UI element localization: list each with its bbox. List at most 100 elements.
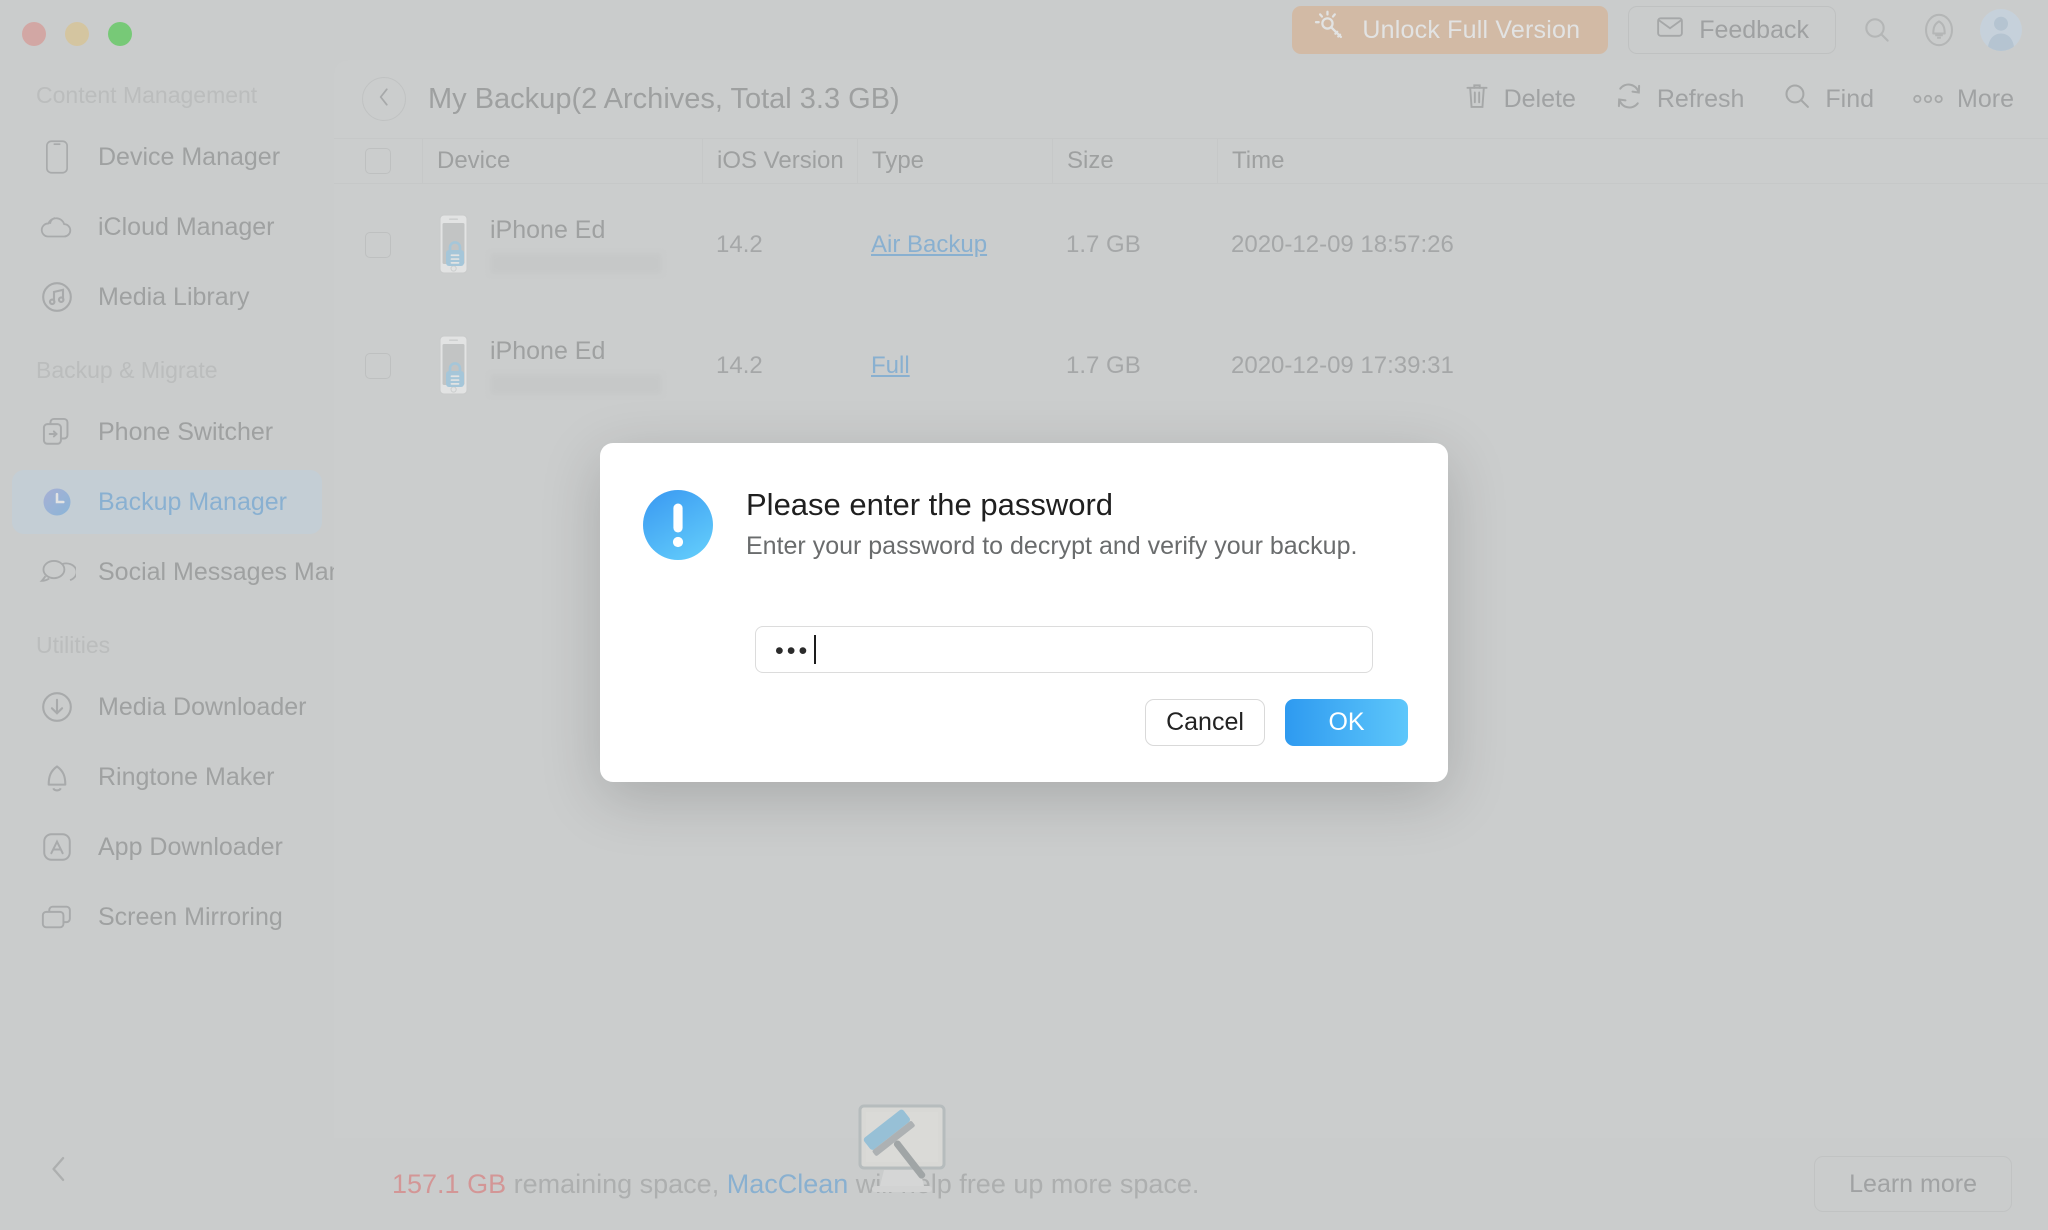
more-button[interactable]: More [1912, 85, 2014, 114]
screens-stack-icon [38, 898, 76, 936]
table-row[interactable]: iPhone Ed 14.2 Air Backup 1.7 GB 2020-12… [334, 184, 2048, 305]
app-store-icon [38, 828, 76, 866]
content-header: My Backup(2 Archives, Total 3.3 GB) Dele… [334, 60, 2048, 138]
sidebar-item-social-messages-manager[interactable]: Social Messages Manager [12, 540, 393, 604]
action-label: Delete [1503, 84, 1576, 113]
envelope-icon [1655, 12, 1685, 49]
device-name: iPhone Ed [490, 336, 606, 365]
cell-device: iPhone Ed [422, 335, 702, 397]
sidebar-item-media-downloader[interactable]: Media Downloader [12, 675, 322, 739]
table-header-row: Device iOS Version Type Size Time [334, 138, 2048, 184]
learn-more-label: Learn more [1849, 1169, 1977, 1198]
sidebar-item-media-library[interactable]: Media Library [12, 265, 322, 329]
macclean-link[interactable]: MacClean [727, 1169, 849, 1199]
cell-size: 1.7 GB [1066, 230, 1141, 258]
checkbox-box [365, 352, 391, 379]
cell-type: Air Backup [857, 231, 1052, 259]
sidebar: Content Management Device Manager iCloud… [0, 60, 393, 1230]
dialog-body: Please enter the password Enter your pas… [600, 443, 1448, 563]
text-caret [814, 635, 817, 664]
action-label: Refresh [1656, 84, 1745, 113]
iphone-locked-icon [436, 214, 474, 276]
device-name: iPhone Ed [490, 215, 606, 244]
remaining-space-value: 157.1 GB [392, 1168, 507, 1199]
column-header-type[interactable]: Type [857, 138, 1052, 184]
sidebar-item-ringtone-maker[interactable]: Ringtone Maker [12, 745, 322, 809]
refresh-icon [1614, 81, 1644, 118]
storage-status-text: 157.1 GB remaining space, MacClean will … [392, 1169, 1199, 1200]
minimize-button[interactable] [65, 22, 89, 46]
delete-button[interactable]: Delete [1463, 81, 1576, 118]
learn-more-button[interactable]: Learn more [1814, 1156, 2012, 1212]
sidebar-item-phone-switcher[interactable]: Phone Switcher [12, 400, 322, 464]
transfer-arrow-icon [38, 413, 76, 451]
close-button[interactable] [22, 22, 46, 46]
ok-button[interactable]: OK [1285, 699, 1408, 746]
password-input[interactable]: ••• [755, 626, 1373, 673]
cloud-icon [38, 208, 76, 246]
iphone-locked-icon [436, 335, 474, 397]
unlock-full-version-button[interactable]: Unlock Full Version [1292, 6, 1609, 54]
backup-type-link[interactable]: Full [871, 352, 910, 379]
download-circle-icon [38, 688, 76, 726]
password-masked-value: ••• [775, 637, 811, 665]
sidebar-item-label: Screen Mirroring [98, 902, 283, 931]
page-title: My Backup(2 Archives, Total 3.3 GB) [428, 82, 900, 115]
sidebar-item-label: iCloud Manager [98, 212, 275, 241]
sidebar-item-label: Phone Switcher [98, 417, 274, 446]
header-actions: Delete Refresh Find More [1463, 81, 2014, 118]
sidebar-item-backup-manager[interactable]: Backup Manager [12, 470, 322, 534]
device-subtitle-redacted [490, 373, 662, 395]
device-subtitle-redacted [490, 252, 662, 274]
sidebar-section-title: Content Management [36, 82, 258, 108]
search-icon [1782, 81, 1812, 118]
user-avatar-icon[interactable] [1980, 9, 2022, 51]
top-toolbar: Unlock Full Version Feedback [0, 0, 2048, 60]
chat-bubbles-icon [38, 553, 76, 591]
feedback-label: Feedback [1699, 15, 1809, 44]
zoom-button[interactable] [108, 22, 132, 46]
cell-ios-version: 14.2 [716, 351, 763, 379]
row-checkbox[interactable] [334, 231, 422, 258]
backup-type-link[interactable]: Air Backup [871, 231, 987, 258]
back-button[interactable] [362, 77, 406, 121]
search-icon[interactable] [1856, 9, 1898, 51]
trash-icon [1463, 81, 1491, 118]
sidebar-item-label: Device Manager [98, 142, 281, 171]
checkbox-box [365, 231, 391, 258]
sidebar-item-label: Media Library [98, 282, 250, 311]
dialog-message: Enter your password to decrypt and verif… [746, 532, 1358, 560]
action-label: More [1957, 84, 2014, 113]
sidebar-item-app-downloader[interactable]: App Downloader [12, 815, 322, 879]
sidebar-item-icloud-manager[interactable]: iCloud Manager [12, 195, 322, 259]
table-row[interactable]: iPhone Ed 14.2 Full 1.7 GB 2020-12-09 17… [334, 305, 2048, 426]
column-header-device[interactable]: Device [422, 138, 702, 184]
select-all-checkbox[interactable] [334, 148, 422, 174]
feedback-button[interactable]: Feedback [1628, 6, 1836, 54]
column-header-ios-version[interactable]: iOS Version [702, 138, 857, 184]
refresh-button[interactable]: Refresh [1614, 81, 1745, 118]
chevron-left-icon [375, 86, 393, 113]
cell-ios-version: 14.2 [716, 230, 763, 258]
sidebar-collapse-button[interactable] [42, 1154, 76, 1188]
column-header-size[interactable]: Size [1052, 138, 1217, 184]
bell-outline-icon [38, 758, 76, 796]
dialog-title: Please enter the password [746, 487, 1114, 522]
action-label: Find [1825, 84, 1875, 113]
bell-icon[interactable] [1918, 9, 1960, 51]
cancel-button[interactable]: Cancel [1145, 699, 1265, 746]
window-controls [22, 22, 132, 46]
row-checkbox[interactable] [334, 352, 422, 379]
imac-squeegee-icon [850, 1100, 958, 1204]
chevron-left-icon [46, 1154, 72, 1189]
exclamation-circle-icon [640, 487, 716, 563]
sidebar-item-label: Media Downloader [98, 692, 307, 721]
column-header-time[interactable]: Time [1217, 138, 2048, 184]
sidebar-item-screen-mirroring[interactable]: Screen Mirroring [12, 885, 322, 949]
find-button[interactable]: Find [1782, 81, 1874, 118]
sidebar-item-device-manager[interactable]: Device Manager [12, 125, 322, 189]
ellipsis-icon [1912, 85, 1944, 114]
status-text-middle: remaining space, [506, 1168, 727, 1199]
sidebar-item-label: Backup Manager [98, 487, 288, 516]
cell-size: 1.7 GB [1066, 351, 1141, 379]
